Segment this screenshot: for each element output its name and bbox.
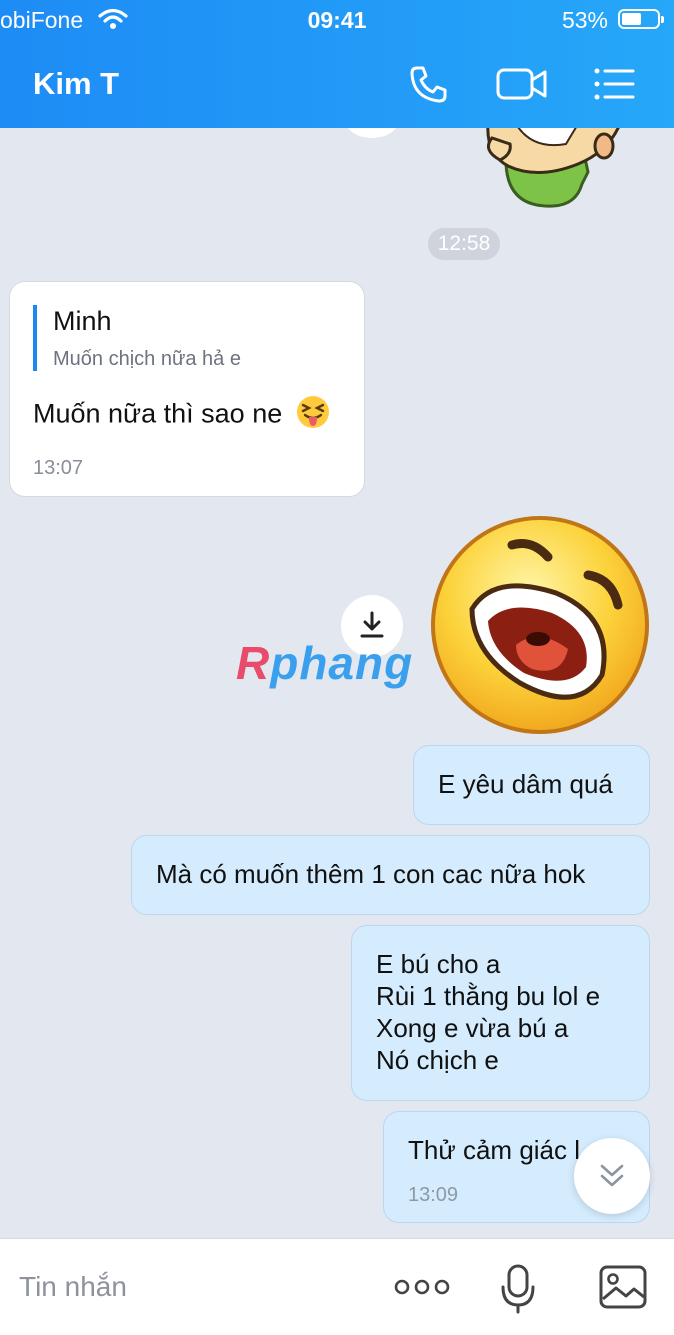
received-message[interactable]: Minh Muốn chịch nữa hả e Muốn nữa thì sa…: [9, 281, 365, 497]
sent-message[interactable]: E bú cho a Rùi 1 thằng bu lol e Xong e v…: [351, 925, 650, 1101]
cartoon-boy-sticker: [486, 128, 620, 208]
chat-header: obiFone 09:41 53% Kim T: [0, 0, 674, 128]
watermark-logo: Rphang: [236, 637, 414, 689]
sent-message[interactable]: E yêu dâm quá: [413, 745, 650, 825]
quote-bar: [33, 305, 37, 371]
message-input-bar: Tin nhắn: [0, 1238, 674, 1335]
laughing-face-sticker: [431, 516, 649, 734]
sent-message-text: E yêu dâm quá: [438, 769, 613, 799]
menu-list-icon[interactable]: [592, 62, 636, 111]
status-bar: obiFone 09:41 53%: [0, 0, 674, 42]
battery-icon: [618, 9, 664, 29]
squinting-tongue-emoji-icon: [296, 395, 330, 436]
quoted-message-text: Muốn chịch nữa hả e: [53, 348, 241, 370]
sticker-download-button[interactable]: [344, 128, 400, 138]
sent-message-text: E bú cho a Rùi 1 thằng bu lol e Xong e v…: [376, 949, 601, 1075]
message-input[interactable]: Tin nhắn: [19, 1271, 127, 1303]
time-separator: 12:58: [428, 228, 500, 260]
image-gallery-icon[interactable]: [598, 1263, 648, 1316]
sent-message-text: Thử cảm giác l: [408, 1135, 581, 1165]
sent-message[interactable]: Mà có muốn thêm 1 con cac nữa hok: [131, 835, 650, 915]
more-options-icon[interactable]: [394, 1273, 450, 1306]
microphone-icon[interactable]: [500, 1263, 536, 1320]
received-message-text: Muốn nữa thì sao ne: [33, 398, 283, 429]
sent-message-time: 13:09: [408, 1184, 459, 1206]
double-chevron-down-icon: [600, 1164, 624, 1187]
quote-sender-name: Minh: [53, 306, 112, 336]
received-message-text-row: Muốn nữa thì sao ne: [33, 395, 330, 436]
phone-call-icon[interactable]: [406, 62, 450, 111]
message-list[interactable]: 12:58 Minh Muốn chịch nữa hả e Muốn nữa …: [0, 128, 674, 1238]
received-message-time: 13:07: [33, 457, 84, 479]
contact-name[interactable]: Kim T: [33, 66, 119, 102]
sent-message-text: Mà có muốn thêm 1 con cac nữa hok: [156, 859, 586, 889]
battery-percentage: 53%: [561, 7, 608, 33]
scroll-to-bottom-button[interactable]: [574, 1138, 650, 1214]
video-call-icon[interactable]: [495, 62, 549, 111]
